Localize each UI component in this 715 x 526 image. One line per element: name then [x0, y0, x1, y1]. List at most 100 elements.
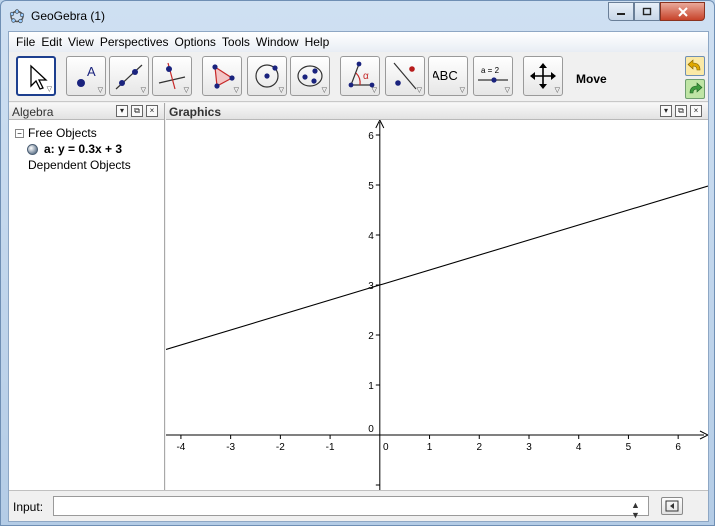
text-tool-label: ABC [433, 68, 458, 83]
algebra-close-button[interactable]: × [146, 105, 158, 117]
algebra-view: Algebra ▾ ⧉ × − Free Objects a: y = 0.3x… [9, 103, 165, 490]
x-tick-label: -3 [226, 442, 235, 453]
tool-menu-arrow-icon: ▽ [554, 87, 560, 94]
redo-icon [689, 82, 703, 94]
menu-edit[interactable]: Edit [38, 35, 65, 49]
perpendicular-line-icon [158, 62, 186, 90]
tool-perpendicular[interactable]: ▽ [152, 56, 192, 96]
graphics-undock-button[interactable]: ⧉ [675, 105, 687, 117]
app-client-area: File Edit View Perspectives Options Tool… [8, 31, 709, 522]
object-a-definition[interactable]: a: y = 0.3x + 3 [44, 142, 122, 156]
tool-conic[interactable]: ▽ [290, 56, 330, 96]
slider-tool-label: a = 2 [481, 66, 500, 75]
tool-menu-arrow-icon: ▽ [416, 87, 422, 94]
algebra-title: Algebra [12, 105, 54, 119]
x-tick-label: 0 [383, 442, 389, 453]
graphics-close-button[interactable]: × [690, 105, 702, 117]
tool-move[interactable]: ▽ [16, 56, 56, 96]
menu-view[interactable]: View [65, 35, 97, 49]
menu-bar: File Edit View Perspectives Options Tool… [9, 32, 708, 52]
tool-polygon[interactable]: ▽ [202, 56, 242, 96]
undo-button[interactable] [685, 56, 705, 76]
x-tick-label: 4 [576, 442, 582, 453]
redo-button[interactable] [685, 79, 705, 99]
abc-text-icon: ABC [433, 68, 458, 83]
move-graphics-cross-icon [530, 63, 556, 89]
free-objects-node[interactable]: − Free Objects [15, 125, 131, 141]
line-through-points-icon [115, 64, 143, 90]
tool-menu-arrow-icon: ▽ [504, 87, 510, 94]
dependent-objects-node[interactable]: Dependent Objects [15, 157, 131, 173]
menu-options[interactable]: Options [172, 35, 219, 49]
tool-move-graphics[interactable]: ▽ [523, 56, 563, 96]
origin-label: 0 [368, 424, 374, 435]
svg-text:A: A [87, 64, 96, 79]
tool-slider[interactable]: a = 2 ▽ [473, 56, 513, 96]
x-tick-label: -1 [326, 442, 335, 453]
tool-menu-arrow-icon: ▽ [183, 87, 189, 94]
x-tick-label: 2 [476, 442, 482, 453]
menu-window[interactable]: Window [253, 35, 302, 49]
tool-bar: ▽ A ▽ ▽ ▽ ▽ ▽ ▽ α ▽ ▽ ABC ▽ a = 2 ▽ ▽ Mo… [9, 52, 708, 102]
tool-menu-arrow-icon: ▽ [278, 87, 284, 94]
graphics-view[interactable]: Graphics ▾ ⧉ × -4 -3 -2 -1 0 1 2 3 4 5 6 1 2 3 4 5 6 0 [166, 103, 708, 490]
menu-tools[interactable]: Tools [219, 35, 253, 49]
graphics-header: Graphics ▾ ⧉ × [166, 103, 708, 120]
object-visibility-toggle[interactable] [27, 143, 38, 155]
y-tick-label: 1 [368, 381, 374, 392]
tool-new-point[interactable]: A ▽ [66, 56, 106, 96]
svg-text:α: α [363, 71, 369, 82]
circle-center-icon [255, 64, 279, 88]
tool-line[interactable]: ▽ [109, 56, 149, 96]
title-bar[interactable]: GeoGebra (1) [1, 1, 714, 31]
minimize-button[interactable] [608, 2, 634, 21]
polygon-icon [212, 64, 235, 89]
tool-circle[interactable]: ▽ [247, 56, 287, 96]
input-field[interactable] [53, 496, 649, 516]
object-a-row[interactable]: a: y = 0.3x + 3 [15, 141, 131, 157]
point-A-icon: A [77, 64, 96, 87]
input-history-dropdown-icon[interactable]: ▲ ▼ [631, 500, 640, 520]
algebra-header: Algebra ▾ ⧉ × [9, 103, 164, 120]
algebra-undock-button[interactable]: ⧉ [131, 105, 143, 117]
geogebra-app-icon [9, 9, 25, 24]
x-tick-label: 6 [675, 442, 681, 453]
menu-file[interactable]: File [13, 35, 38, 49]
selected-tool-name: Move [576, 72, 607, 86]
collapse-minus-icon[interactable]: − [15, 128, 24, 138]
ellipse-icon [297, 65, 323, 87]
tool-menu-arrow-icon: ▽ [371, 87, 377, 94]
y-tick-label: 5 [368, 181, 374, 192]
close-icon [677, 6, 688, 17]
menu-help[interactable]: Help [302, 35, 333, 49]
tool-menu-arrow-icon: ▽ [233, 87, 239, 94]
angle-alpha-icon: α [348, 61, 375, 88]
y-tick-label: 4 [368, 231, 374, 242]
reflect-about-line-icon [393, 62, 417, 90]
minimize-icon [617, 12, 625, 15]
y-tick-label: 2 [368, 331, 374, 342]
tool-reflect[interactable]: ▽ [385, 56, 425, 96]
close-button[interactable] [660, 2, 705, 21]
tool-menu-arrow-icon: ▽ [46, 86, 52, 93]
window-title: GeoGebra (1) [31, 9, 106, 23]
x-tick-label: -2 [276, 442, 285, 453]
input-bar: Input: ▲ ▼ [9, 490, 708, 521]
input-help-button[interactable] [661, 497, 683, 515]
algebra-style-bar-button[interactable]: ▾ [116, 105, 128, 117]
tool-menu-arrow-icon: ▽ [140, 87, 146, 94]
tool-text[interactable]: ABC ▽ [428, 56, 468, 96]
x-tick-label: 3 [526, 442, 532, 453]
triangle-left-icon [665, 500, 679, 512]
tool-angle[interactable]: α ▽ [340, 56, 380, 96]
graphics-canvas[interactable]: -4 -3 -2 -1 0 1 2 3 4 5 61234560 [166, 120, 708, 490]
graphics-title: Graphics [169, 105, 222, 119]
x-tick-label: -4 [176, 442, 185, 453]
menu-perspectives[interactable]: Perspectives [97, 35, 172, 49]
tool-menu-arrow-icon: ▽ [459, 87, 465, 94]
maximize-button[interactable] [634, 2, 660, 21]
x-tick-label: 1 [427, 442, 433, 453]
graphics-style-bar-button[interactable]: ▾ [660, 105, 672, 117]
undo-icon [687, 59, 701, 71]
x-tick-label: 5 [626, 442, 632, 453]
